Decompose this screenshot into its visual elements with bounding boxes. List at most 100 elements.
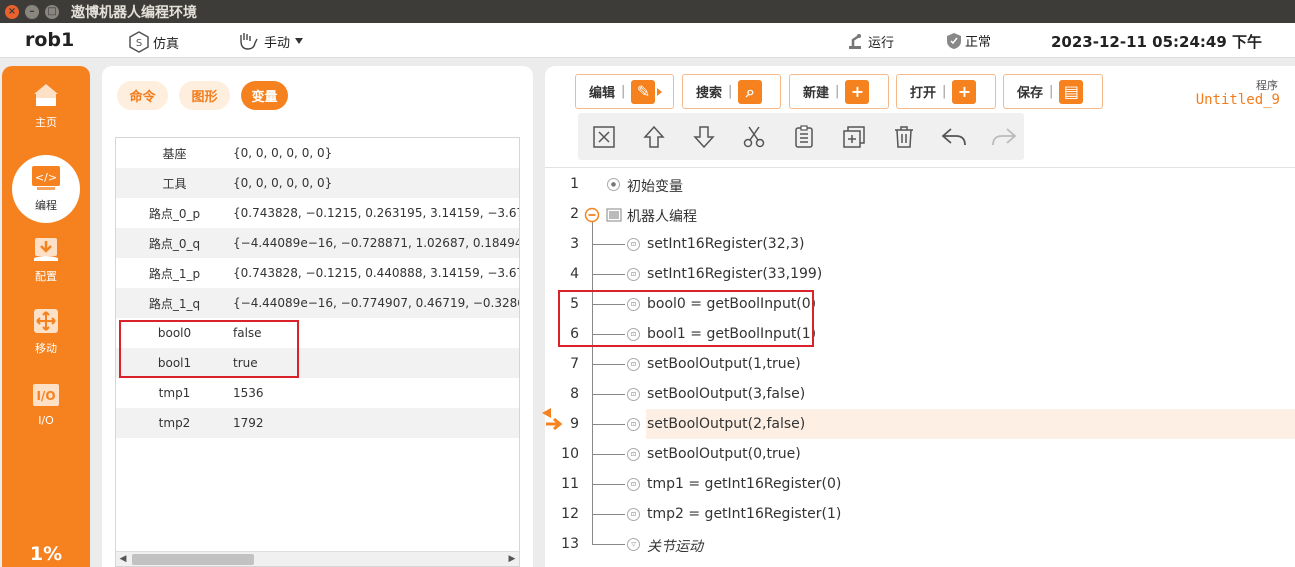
header-bar: rob1 S 仿真 手动 运行 正常 2023-12-11 05:24:49 下… — [0, 23, 1295, 58]
window-maximize-button[interactable]: □ — [45, 4, 59, 19]
sidebar-item-home[interactable]: 主页 — [2, 74, 90, 138]
program-line[interactable]: 13 ▽ 关节运动 — [545, 529, 1295, 559]
tab-variables[interactable]: 变量 — [241, 81, 288, 110]
horizontal-scrollbar[interactable]: ◀ ▶ — [116, 551, 519, 566]
tab-commands[interactable]: 命令 — [117, 81, 168, 110]
robot-name: rob1 — [25, 29, 75, 51]
caret-right-icon — [657, 87, 663, 96]
tree-branch — [592, 394, 625, 395]
line-text: setInt16Register(33,199) — [647, 266, 823, 282]
program-line[interactable]: 3 ⊡ setInt16Register(32,3) — [545, 229, 1295, 259]
save-button[interactable]: 保存 | ▤ — [1003, 74, 1103, 109]
table-row[interactable]: tmp2 1792 — [116, 408, 519, 438]
variable-name: 路点_1_q — [148, 296, 201, 311]
variable-name: tmp2 — [158, 416, 191, 430]
robot-state: 正常 — [946, 31, 991, 50]
table-row[interactable]: tmp1 1536 — [116, 378, 519, 408]
sidebar-item-programming[interactable]: </> 编程 — [12, 155, 80, 223]
script-node-icon: ⊡ — [627, 448, 640, 461]
program-line[interactable]: 12 ⊡ tmp2 = getInt16Register(1) — [545, 499, 1295, 529]
program-line[interactable]: 11 ⊡ tmp1 = getInt16Register(0) — [545, 469, 1295, 499]
line-number: 3 — [570, 236, 579, 252]
script-node-icon: ⊡ — [627, 268, 640, 281]
sidebar-item-label: 编程 — [35, 199, 57, 212]
search-icon: ⌕ — [738, 79, 763, 104]
edit-tools-bar — [578, 113, 1024, 160]
table-row[interactable]: 基座 {0, 0, 0, 0, 0, 0} — [116, 138, 519, 168]
edit-button[interactable]: 编辑 | ✎ — [575, 74, 674, 109]
scrollbar-thumb[interactable] — [132, 554, 254, 565]
line-text: setBoolOutput(2,false) — [647, 416, 806, 432]
pencil-icon: ✎ — [631, 79, 656, 104]
program-line-current[interactable]: 9 ⊡ setBoolOutput(2,false) — [542, 408, 1295, 439]
sidebar-item-label: 主页 — [35, 116, 57, 129]
line-number: 13 — [561, 536, 579, 552]
tree-branch — [592, 244, 625, 245]
tree-branch — [592, 484, 625, 485]
scroll-right-icon[interactable]: ▶ — [505, 552, 519, 566]
line-number: 7 — [570, 356, 579, 372]
program-line[interactable]: 10 ⊡ setBoolOutput(0,true) — [545, 439, 1295, 469]
sidebar-item-config[interactable]: 配置 — [2, 228, 90, 292]
variable-value: {0.743828, −0.1215, 0.263195, 3.14159, −… — [233, 206, 520, 220]
variable-panel: 命令 图形 变量 基座 {0, 0, 0, 0, 0, 0} 工具 {0, 0, 0… — [102, 66, 533, 567]
variable-name: 基座 — [162, 146, 187, 161]
program-line[interactable]: 8 ⊡ setBoolOutput(3,false) — [545, 379, 1295, 409]
table-row[interactable]: 路点_1_p {0.743828, −0.1215, 0.440888, 3.14… — [116, 258, 520, 288]
folder-icon: + — [952, 79, 977, 104]
tree-branch — [592, 544, 625, 545]
open-button[interactable]: 打开 | + — [896, 74, 996, 109]
line-text: tmp1 = getInt16Register(0) — [647, 476, 842, 492]
table-row[interactable]: 路点_1_q {−4.44089e−16, −0.774907, 0.46719,… — [116, 288, 519, 318]
delete-box-icon[interactable] — [590, 123, 618, 151]
variable-value: {0.743828, −0.1215, 0.440888, 3.14159, −… — [233, 266, 520, 280]
program-line[interactable]: 4 ⊡ setInt16Register(33,199) — [545, 259, 1295, 289]
manual-mode-dropdown[interactable]: 手动 — [237, 31, 311, 51]
annotation-box — [119, 320, 299, 378]
sidebar-item-move[interactable]: 移动 — [2, 300, 90, 364]
paste-icon[interactable] — [840, 123, 868, 151]
home-icon — [34, 84, 58, 106]
line-number: 8 — [570, 386, 579, 402]
collapse-icon[interactable] — [584, 207, 600, 223]
script-node-icon: ⊡ — [627, 358, 640, 371]
trash-icon[interactable] — [890, 123, 918, 151]
script-node-icon: ⊡ — [627, 238, 640, 251]
window-minimize-button[interactable]: – — [25, 4, 39, 19]
program-line[interactable]: 7 ⊡ setBoolOutput(1,true) — [545, 349, 1295, 379]
window-close-button[interactable]: × — [5, 4, 19, 19]
variable-name: 路点_1_p — [148, 266, 201, 281]
program-line[interactable]: 2 机器人编程 — [545, 199, 1295, 229]
sidebar-item-io[interactable]: I/O I/O — [2, 372, 90, 436]
simulation-mode-button[interactable]: S 仿真 — [128, 31, 179, 53]
table-row[interactable]: 路点_0_q {−4.44089e−16, −0.728871, 1.02687,… — [116, 228, 519, 258]
datetime-display: 2023-12-11 05:24:49 下午 — [1051, 33, 1263, 51]
line-text: 关节运动 — [647, 539, 703, 555]
scroll-left-icon[interactable]: ◀ — [116, 552, 130, 566]
edit-button-label: 编辑 — [589, 86, 616, 101]
script-node-icon: ⊡ — [627, 508, 640, 521]
cut-icon[interactable] — [740, 123, 768, 151]
copy-icon[interactable] — [790, 123, 818, 151]
new-button[interactable]: 新建 | + — [789, 74, 889, 109]
program-line[interactable]: 1 ● 初始变量 — [545, 169, 1295, 199]
search-button-label: 搜索 — [696, 86, 723, 101]
table-row[interactable]: 路点_0_p {0.743828, −0.1215, 0.263195, 3.14… — [116, 198, 520, 228]
move-up-icon[interactable] — [640, 123, 668, 151]
tree-branch — [592, 364, 625, 365]
document-icon: ▤ — [1059, 79, 1084, 104]
move-down-icon[interactable] — [690, 123, 718, 151]
line-text: 初始变量 — [627, 179, 683, 195]
line-text: setBoolOutput(1,true) — [647, 356, 801, 372]
redo-icon[interactable] — [990, 123, 1018, 151]
search-button[interactable]: 搜索 | ⌕ — [682, 74, 781, 109]
tab-graphics[interactable]: 图形 — [179, 81, 230, 110]
undo-icon[interactable] — [940, 123, 968, 151]
script-node-icon: ⊡ — [627, 478, 640, 491]
table-row[interactable]: 工具 {0, 0, 0, 0, 0, 0} — [116, 168, 519, 198]
divider — [545, 167, 1295, 168]
robot-arm-icon — [849, 34, 861, 49]
line-number: 1 — [570, 176, 579, 192]
svg-text:</>: </> — [35, 171, 57, 184]
variable-node-icon: ● — [607, 178, 620, 191]
